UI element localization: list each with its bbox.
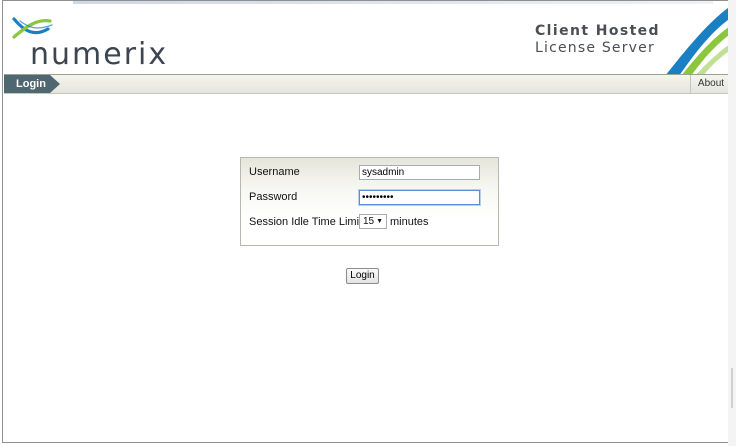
scrollbar[interactable]: [728, 0, 736, 446]
product-title-line2: License Server: [535, 40, 655, 56]
numerix-logo: numerix: [10, 11, 180, 71]
product-title: Client Hosted License Server: [535, 23, 665, 57]
product-title-line1: Client Hosted: [535, 23, 660, 39]
password-input[interactable]: •••••••••: [359, 190, 480, 205]
chevron-down-icon: ▼: [376, 218, 383, 225]
session-idle-value: 15: [363, 216, 375, 227]
brand-swoosh-graphic: [655, 1, 735, 76]
window-top-line: [73, 1, 713, 4]
password-label: Password: [249, 191, 298, 203]
browser-frame: numerix Client Hosted License Server Log…: [2, 0, 735, 443]
login-button[interactable]: Login: [346, 268, 379, 284]
about-link[interactable]: About: [690, 75, 731, 93]
session-unit-label: minutes: [390, 216, 429, 228]
logo-wordmark: numerix: [30, 37, 168, 71]
username-input[interactable]: sysadmin: [359, 165, 480, 180]
login-form-panel: Username sysadmin Password ••••••••• Ses…: [240, 157, 499, 246]
tab-login[interactable]: Login: [4, 75, 60, 93]
username-label: Username: [249, 166, 300, 178]
nav-bar: Login About: [4, 74, 731, 94]
session-idle-select[interactable]: 15 ▼: [359, 214, 387, 229]
session-idle-label: Session Idle Time Limit: [249, 216, 363, 228]
